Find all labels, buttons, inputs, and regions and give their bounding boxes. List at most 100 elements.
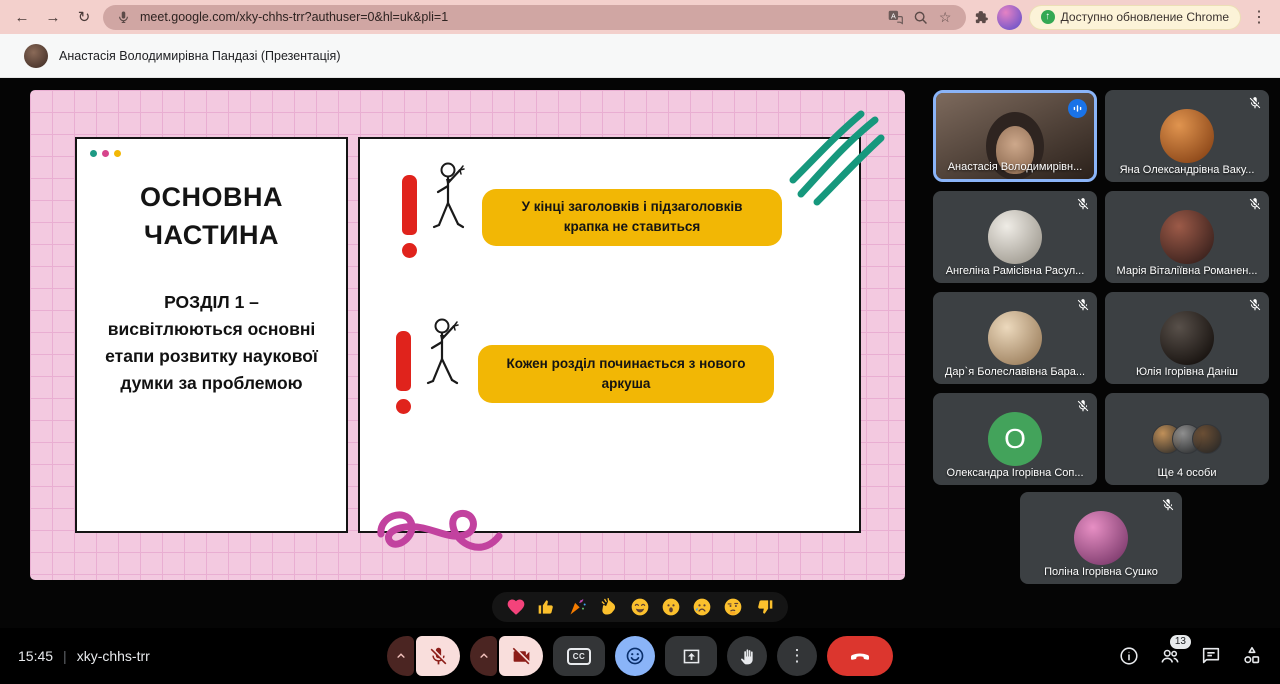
mic-muted-icon (1076, 298, 1090, 312)
browser-menu-icon[interactable]: ⋮ (1248, 7, 1270, 27)
meeting-code: xky-chhs-trr (77, 648, 150, 664)
activities-button[interactable] (1240, 644, 1264, 668)
participant-avatar (988, 210, 1042, 264)
hand-icon (738, 647, 757, 666)
participant-avatar (1074, 511, 1128, 565)
participant-tile[interactable]: Поліна Ігорівна Сушко (1020, 492, 1182, 584)
zoom-icon[interactable] (912, 9, 929, 26)
control-bar: 15:45 | xky-chhs-trr (0, 628, 1280, 684)
presentation-tile[interactable]: ОСНОВНА ЧАСТИНА РОЗДІЛ 1 – висвітлюються… (30, 90, 905, 580)
participant-tile[interactable]: Дар`я Болеславівна Бара... (933, 292, 1097, 384)
clock: 15:45 (18, 648, 53, 664)
profile-avatar[interactable] (997, 5, 1022, 30)
participant-tile[interactable]: Яна Олександрівна Ваку... (1105, 90, 1269, 182)
camera-options-button[interactable] (470, 636, 497, 676)
reaction-clap[interactable] (599, 597, 619, 617)
participant-avatar (1160, 210, 1214, 264)
participant-name: Юлія Ігорівна Даніш (1111, 366, 1263, 378)
meeting-stage: ОСНОВНА ЧАСТИНА РОЗДІЛ 1 – висвітлюються… (0, 78, 1280, 684)
participant-tile[interactable]: Ангеліна Рамісівна Расул... (933, 191, 1097, 283)
present-button[interactable] (665, 636, 717, 676)
reaction-surprised[interactable] (661, 597, 681, 617)
mic-options-button[interactable] (387, 636, 414, 676)
participant-name: Яна Олександрівна Ваку... (1111, 164, 1263, 176)
participant-avatar: O (988, 412, 1042, 466)
mic-mute-button[interactable] (416, 636, 460, 676)
bookmark-star-icon[interactable]: ☆ (937, 9, 954, 26)
participant-avatar (988, 311, 1042, 365)
extensions-icon[interactable] (973, 9, 990, 26)
present-icon (681, 646, 702, 667)
camera-off-button[interactable] (499, 636, 543, 676)
reaction-thumbs-down[interactable] (754, 597, 774, 617)
reaction-party[interactable] (568, 597, 588, 617)
right-panel-controls: 13 (1117, 628, 1264, 684)
slide-body-lead: РОЗДІЛ 1 – (93, 289, 330, 316)
participant-tile[interactable]: O Олександра Ігорівна Соп... (933, 393, 1097, 485)
chrome-update-button[interactable]: ↑ Доступно обновление Chrome (1029, 5, 1241, 30)
more-options-button[interactable]: ⋮ (777, 636, 817, 676)
participant-count-badge: 13 (1170, 635, 1191, 649)
participant-name: Марія Віталіївна Романен... (1111, 265, 1263, 277)
reactions-button[interactable] (615, 636, 655, 676)
reaction-thinking[interactable] (723, 597, 743, 617)
slide-right-panel: У кінці заголовків і підзаголовків крапк… (358, 137, 861, 533)
audio-indicator (1068, 99, 1087, 118)
mic-control (387, 636, 460, 676)
info-button[interactable] (1117, 644, 1141, 668)
mic-muted-icon (1248, 298, 1262, 312)
raise-hand-button[interactable] (727, 636, 767, 676)
translate-icon[interactable]: A (887, 9, 904, 26)
reaction-heart[interactable] (506, 597, 526, 617)
participant-name: Ще 4 особи (1111, 467, 1263, 479)
svg-text:A: A (891, 11, 896, 20)
mic-muted-icon (1161, 498, 1175, 512)
slide-title: ОСНОВНА ЧАСТИНА (77, 179, 346, 255)
participant-tile[interactable]: Марія Віталіївна Романен... (1105, 191, 1269, 283)
chrome-update-icon: ↑ (1041, 10, 1055, 24)
reaction-sad[interactable] (692, 597, 712, 617)
participant-name: Поліна Ігорівна Сушко (1026, 566, 1176, 578)
participant-avatar (1160, 311, 1214, 365)
slide-body-rest: висвітлюються основні етапи розвитку нау… (93, 316, 330, 397)
mic-muted-icon (1248, 96, 1262, 110)
panel-dots (90, 150, 121, 157)
divider: | (63, 648, 67, 664)
back-icon[interactable]: ← (10, 5, 34, 29)
participant-avatar (1160, 109, 1214, 163)
people-button[interactable]: 13 (1158, 644, 1182, 668)
end-call-button[interactable] (827, 636, 893, 676)
participants-row: Поліна Ігорівна Сушко (933, 492, 1269, 584)
captions-button[interactable]: CC (553, 636, 605, 676)
participants-grid: Анастасія Володимирівн... Яна Олександрі… (933, 90, 1269, 485)
callout-2: Кожен розділ починається з нового аркуша (478, 345, 774, 403)
meeting-info: 15:45 | xky-chhs-trr (18, 628, 150, 684)
mini-avatar (1192, 424, 1222, 454)
url-text: meet.google.com/xky-chhs-trr?authuser=0&… (140, 10, 879, 24)
chrome-update-label: Доступно обновление Chrome (1061, 10, 1229, 24)
reactions-bar (492, 592, 788, 622)
participant-tile[interactable]: Анастасія Володимирівн... (933, 90, 1097, 182)
browser-toolbar: ← → ↻ meet.google.com/xky-chhs-trr?authu… (0, 0, 1280, 34)
participant-name: Дар`я Болеславівна Бара... (939, 366, 1091, 378)
reaction-laugh[interactable] (630, 597, 650, 617)
participant-tile[interactable]: Юлія Ігорівна Даніш (1105, 292, 1269, 384)
smiley-icon (624, 645, 646, 667)
participant-name: Ангеліна Рамісівна Расул... (939, 265, 1091, 277)
chat-button[interactable] (1199, 644, 1223, 668)
call-controls: CC ⋮ (387, 636, 893, 676)
camera-control (470, 636, 543, 676)
meet-window: ← → ↻ meet.google.com/xky-chhs-trr?authu… (0, 0, 1280, 684)
presenter-banner: Анастасія Володимирівна Пандазі (Презент… (0, 34, 1280, 78)
address-bar[interactable]: meet.google.com/xky-chhs-trr?authuser=0&… (103, 5, 966, 30)
forward-icon[interactable]: → (41, 5, 65, 29)
participant-tile[interactable]: Ще 4 особи (1105, 393, 1269, 485)
reaction-thumbs-up[interactable] (537, 597, 557, 617)
mic-muted-icon (1076, 399, 1090, 413)
exclamation-figure-icon (396, 315, 482, 431)
presenter-avatar (24, 44, 48, 68)
mic-muted-icon (1076, 197, 1090, 211)
slide-left-panel: ОСНОВНА ЧАСТИНА РОЗДІЛ 1 – висвітлюються… (75, 137, 348, 533)
callout-1: У кінці заголовків і підзаголовків крапк… (482, 189, 782, 246)
reload-icon[interactable]: ↻ (72, 5, 96, 29)
